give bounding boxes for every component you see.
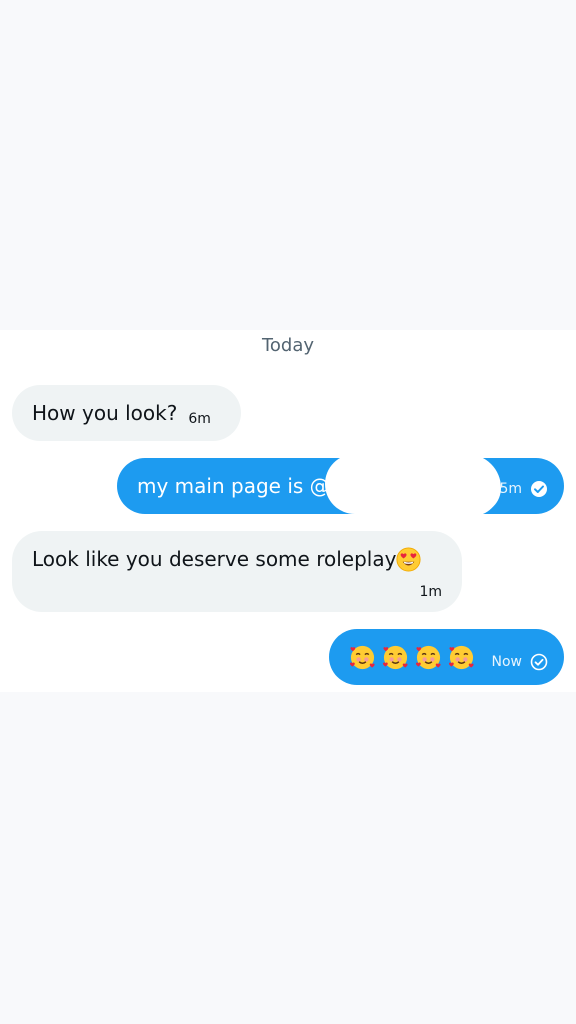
- message-time: 6m: [188, 411, 211, 427]
- conversation-panel: Today How you look? 6m my main page is @…: [0, 330, 576, 692]
- message-text: my main page is @: [137, 474, 330, 498]
- message-bubble-outgoing[interactable]: Now: [329, 629, 564, 685]
- message-text: Look like you deserve some roleplay: [32, 547, 421, 572]
- redaction-scribble: [369, 464, 499, 516]
- message-bubble-incoming[interactable]: Look like you deserve some roleplay 1m: [12, 531, 462, 612]
- message-time: Now: [491, 654, 523, 670]
- smiling-face-with-hearts-icon: [448, 645, 474, 669]
- sent-check-icon: [531, 481, 547, 497]
- smiling-face-with-hearts-icon: [382, 645, 408, 669]
- emoji-row: [349, 644, 475, 671]
- date-divider: Today: [261, 334, 315, 356]
- message-meta: 5m: [499, 480, 548, 498]
- message-time: 5m: [499, 481, 522, 497]
- message-text: How you look?: [32, 401, 178, 425]
- message-bubble-incoming[interactable]: How you look? 6m: [12, 385, 241, 441]
- smiling-face-with-heart-eyes-icon: [396, 547, 421, 572]
- message-meta: Now: [492, 653, 549, 671]
- smiling-face-with-hearts-icon: [349, 645, 375, 669]
- sent-check-icon: [530, 653, 548, 671]
- smiling-face-with-hearts-icon: [415, 645, 441, 669]
- message-time: 1m: [419, 584, 442, 600]
- message-bubble-outgoing[interactable]: my main page is @ 5m: [117, 454, 564, 516]
